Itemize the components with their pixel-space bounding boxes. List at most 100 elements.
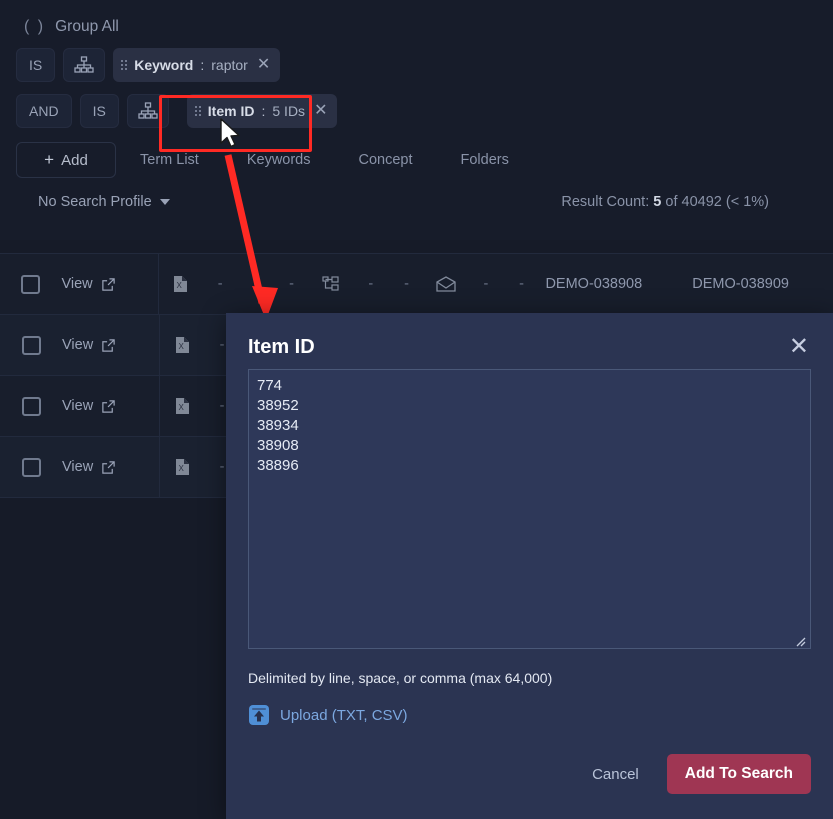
plus-icon: + bbox=[44, 150, 54, 170]
tree-structure-icon-cell bbox=[309, 276, 353, 293]
chip-keyword-value: raptor bbox=[211, 57, 248, 73]
table-row[interactable]: View X - - - - - - - DEMO-038908 DEMO-03… bbox=[0, 253, 833, 314]
profile-and-count-row: No Search Profile Result Count: 5 of 404… bbox=[16, 194, 817, 210]
row-view-cell[interactable]: View bbox=[61, 276, 157, 292]
drag-handle-icon[interactable] bbox=[121, 60, 127, 70]
excel-doc-icon-cell: X bbox=[159, 275, 203, 293]
excel-document-icon: X bbox=[175, 458, 190, 476]
result-count: Result Count: 5 of 40492 (< 1%) bbox=[561, 194, 817, 210]
drag-handle-icon[interactable] bbox=[195, 106, 201, 116]
chip-keyword-remove-icon[interactable]: ✕ bbox=[257, 57, 270, 73]
excel-doc-icon-cell: X bbox=[160, 458, 204, 476]
cell-dash: - bbox=[504, 276, 540, 292]
chip-keyword-sep: : bbox=[200, 57, 204, 73]
tab-keywords[interactable]: Keywords bbox=[223, 152, 335, 168]
excel-doc-icon-cell: X bbox=[160, 397, 204, 415]
cell-dash: - bbox=[202, 276, 238, 292]
delimiter-hint: Delimited by line, space, or comma (max … bbox=[226, 654, 833, 686]
cell-dash: - bbox=[274, 276, 310, 292]
view-label: View bbox=[62, 337, 93, 353]
excel-doc-icon-cell: X bbox=[160, 336, 204, 354]
chevron-down-icon bbox=[160, 199, 170, 205]
chip-keyword[interactable]: Keyword: raptor ✕ bbox=[113, 48, 280, 82]
cell-dash: - bbox=[238, 276, 274, 292]
row-checkbox-cell[interactable] bbox=[0, 458, 62, 477]
checkbox-icon[interactable] bbox=[22, 397, 41, 416]
query-builder-panel: ( ) Group All IS Keyword: raptor ✕ AND bbox=[0, 0, 833, 240]
query-row-2: AND IS Item ID: 5 IDs ✕ bbox=[16, 94, 817, 128]
mouse-cursor bbox=[219, 118, 245, 152]
operator-is-button-row2[interactable]: IS bbox=[80, 94, 119, 128]
textarea-wrapper bbox=[226, 369, 833, 654]
external-link-icon[interactable] bbox=[101, 277, 116, 292]
chip-item-id-value: 5 IDs bbox=[272, 103, 305, 119]
add-button-label: Add bbox=[61, 152, 88, 169]
sitemap-icon bbox=[138, 102, 158, 120]
cell-item-id-a: DEMO-038908 bbox=[539, 276, 686, 292]
dialog-footer: Cancel Add To Search bbox=[226, 726, 833, 794]
row-checkbox-cell[interactable] bbox=[0, 336, 62, 355]
query-row-1: IS Keyword: raptor ✕ bbox=[16, 48, 817, 82]
external-link-icon[interactable] bbox=[101, 338, 116, 353]
excel-document-icon: X bbox=[175, 336, 190, 354]
result-count-prefix: Result Count: bbox=[561, 194, 649, 210]
sitemap-icon-button-row2[interactable] bbox=[127, 94, 169, 128]
view-label: View bbox=[62, 459, 93, 475]
row-view-cell[interactable]: View bbox=[62, 459, 159, 475]
tab-term-list[interactable]: Term List bbox=[116, 152, 223, 168]
svg-text:X: X bbox=[178, 403, 184, 412]
tab-folders[interactable]: Folders bbox=[437, 152, 533, 168]
chip-item-id-remove-icon[interactable]: ✕ bbox=[314, 103, 327, 119]
sitemap-icon bbox=[74, 56, 94, 74]
operator-is-button-row1[interactable]: IS bbox=[16, 48, 55, 82]
excel-document-icon: X bbox=[175, 397, 190, 415]
checkbox-icon[interactable] bbox=[22, 336, 41, 355]
chip-keyword-field: Keyword bbox=[134, 57, 193, 73]
search-profile-label: No Search Profile bbox=[38, 194, 152, 210]
group-all-label: Group All bbox=[55, 18, 119, 36]
svg-text:X: X bbox=[176, 281, 182, 290]
checkbox-icon[interactable] bbox=[21, 275, 40, 294]
svg-text:X: X bbox=[178, 464, 184, 473]
group-paren-label: ( ) bbox=[24, 18, 45, 36]
cell-dash: - bbox=[468, 276, 504, 292]
item-id-textarea[interactable] bbox=[248, 369, 811, 649]
app-root: ( ) Group All IS Keyword: raptor ✕ AND bbox=[0, 0, 833, 819]
external-link-icon[interactable] bbox=[101, 460, 116, 475]
upload-icon[interactable] bbox=[248, 704, 270, 726]
result-count-percent: (< 1%) bbox=[726, 194, 769, 210]
dialog-header: Item ID ✕ bbox=[226, 313, 833, 369]
conjunction-and-button[interactable]: AND bbox=[16, 94, 72, 128]
sitemap-icon-button-row1[interactable] bbox=[63, 48, 105, 82]
tab-concept[interactable]: Concept bbox=[335, 152, 437, 168]
textarea-resize-grip[interactable] bbox=[794, 635, 806, 647]
upload-label[interactable]: Upload (TXT, CSV) bbox=[280, 707, 408, 724]
search-profile-dropdown[interactable]: No Search Profile bbox=[16, 194, 170, 210]
excel-document-icon: X bbox=[173, 275, 188, 293]
group-all-header: ( ) Group All bbox=[24, 18, 817, 36]
add-to-search-button[interactable]: Add To Search bbox=[667, 754, 811, 794]
row-checkbox-cell[interactable] bbox=[0, 397, 62, 416]
close-icon[interactable]: ✕ bbox=[785, 335, 813, 359]
row-view-cell[interactable]: View bbox=[62, 398, 159, 414]
envelope-icon-cell bbox=[424, 275, 468, 293]
row-view-cell[interactable]: View bbox=[62, 337, 159, 353]
add-button[interactable]: + Add bbox=[16, 142, 116, 178]
tab-bar: Term List Keywords Concept Folders bbox=[116, 152, 533, 168]
result-count-total: of 40492 bbox=[665, 194, 721, 210]
checkbox-icon[interactable] bbox=[22, 458, 41, 477]
chip-item-id-sep: : bbox=[261, 103, 265, 119]
dialog-title: Item ID bbox=[248, 336, 315, 359]
view-label: View bbox=[61, 276, 92, 292]
cell-item-id-b: DEMO-038909 bbox=[686, 276, 833, 292]
cell-dash: - bbox=[389, 276, 425, 292]
result-count-value: 5 bbox=[653, 194, 661, 210]
cell-dash: - bbox=[353, 276, 389, 292]
external-link-icon[interactable] bbox=[101, 399, 116, 414]
item-id-dialog: Item ID ✕ Delimited by line, space, or c… bbox=[226, 313, 833, 819]
row-checkbox-cell[interactable] bbox=[0, 275, 61, 294]
cancel-button[interactable]: Cancel bbox=[574, 758, 657, 791]
chip-item-id[interactable]: Item ID: 5 IDs ✕ bbox=[187, 94, 338, 128]
upload-row[interactable]: Upload (TXT, CSV) bbox=[226, 686, 833, 726]
envelope-open-icon bbox=[435, 275, 457, 293]
